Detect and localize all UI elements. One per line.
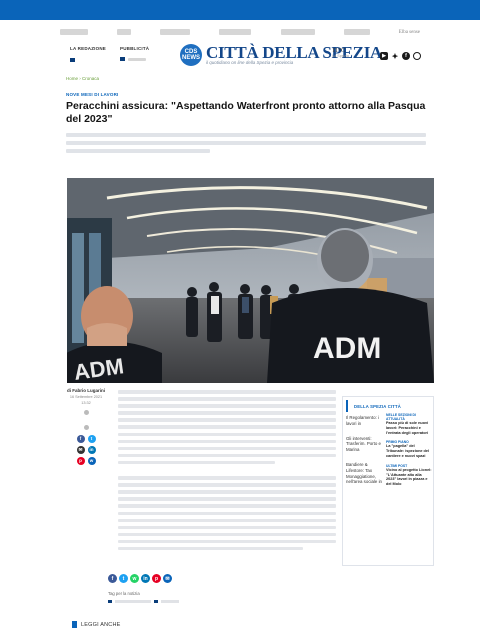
whatsapp-share-icon[interactable]: w [130,574,139,583]
top-bar [0,0,480,20]
youtube-icon[interactable]: ▶ [380,52,388,60]
tags-label: Tag per la notizia [108,591,140,596]
sponsor-logo[interactable] [160,29,191,35]
tag-link[interactable] [115,600,151,603]
tag-icon [154,600,158,603]
weather-widget[interactable]: 11°C La Spezia [332,47,349,58]
facebook-share-icon[interactable]: f [76,434,85,443]
site-logo-mark[interactable]: CDS NEWS [180,44,202,66]
pubblicita-label: PUBBLICITÀ [120,46,150,51]
weather-city: La Spezia [332,54,349,58]
photo-illustration: ADM ADM [67,178,434,383]
article-body [118,390,336,554]
article-summary [66,133,426,157]
sponsor-logo[interactable] [219,29,252,35]
twitter-icon[interactable]: ✦ [391,52,399,61]
author-name[interactable]: di Fabrio Lugarini [66,388,106,394]
read-also-section: LEGGI ANCHE [72,621,121,628]
sponsor-logo[interactable] [117,29,132,35]
news-title: La "pagella" del Tribunale: ispezione de… [386,444,430,458]
article-kicker: NOVE MESI DI LAVORI [66,92,119,97]
sidebox-news-item[interactable]: PRIMO PIANO La "pagella" del Tribunale: … [386,440,432,458]
instagram-icon[interactable] [413,52,421,60]
sponsor-logo[interactable] [60,29,88,35]
sidebox-left-item[interactable]: Il Regolamento: i lavori in [346,415,382,427]
breadcrumb[interactable]: Home › Cronaca [66,76,99,81]
masthead: LA REDAZIONE PUBBLICITÀ CDS NEWS CITTÀ D… [60,43,440,70]
article-title: Peracchini assicura: "Aspettando Waterfr… [66,100,426,125]
twitter-share-icon[interactable]: t [119,574,128,583]
pinterest-share-icon[interactable]: p [152,574,161,583]
read-also-heading: LEGGI ANCHE [81,621,121,628]
site-subtitle: il quotidiano on line della Spezia e pro… [206,60,294,65]
redazione-link[interactable]: LA REDAZIONE [70,46,106,62]
redazione-label: LA REDAZIONE [70,46,106,51]
sidebox-left-list: Il Regolamento: i lavori in Gli interven… [346,415,382,494]
photo-text: ADM [313,332,381,365]
comment-count[interactable] [66,416,106,421]
news-title: Vicino al progetto Lionel: "L'Attuante a… [386,467,432,487]
pubblicita-link[interactable]: PUBBLICITÀ [120,46,149,61]
sidebox-news-item[interactable]: NELLE SEZIONI DI ATTUALITÀ Passo più di … [386,413,432,435]
tags-row [108,600,179,603]
sponsor-logo[interactable] [280,29,315,35]
linkedin-share-icon[interactable]: in [87,445,96,454]
linkedin-share-icon[interactable]: in [141,574,150,583]
sidebox-left-item[interactable]: Gli interventi: Trasferim. Porto e Marin… [346,436,382,453]
sponsor-logo-text[interactable]: Elba sense [399,30,420,35]
comment-icon [83,410,89,415]
redazione-sub [78,57,79,62]
twitter-share-icon[interactable]: t [87,434,96,443]
sponsor-logo[interactable] [343,29,370,35]
share-buttons-side: f t ✉ in p w [66,434,106,465]
related-sidebox: DELLA SPEZIA CITTÀ Il Regolamento: i lav… [342,396,434,566]
news-title: Passo più di sole nuovi lavori: Peracchi… [386,421,429,435]
email-share-icon[interactable]: ✉ [76,445,85,454]
print-icon[interactable] [83,424,89,430]
mail-icon [70,57,75,62]
mail-icon [120,57,125,61]
weather-temp: 11°C [332,47,346,54]
facebook-icon[interactable]: f [402,52,410,60]
tag-icon [108,600,112,603]
article-date: 16 Settembre 2021 [69,395,103,399]
share-buttons-bottom: f t w in p ✉ [108,574,172,583]
sidebox-right-list: NELLE SEZIONI DI ATTUALITÀ Passo più di … [386,413,432,492]
whatsapp-share-icon[interactable]: w [87,456,96,465]
news-category: NELLE SEZIONI DI ATTUALITÀ [386,413,416,421]
sidebox-heading: DELLA SPEZIA CITTÀ [346,400,433,412]
facebook-share-icon[interactable]: f [108,574,117,583]
pubblicita-sub [128,57,146,61]
sidebox-news-item[interactable]: ULTIMI POST Vicino al progetto Lionel: "… [386,464,432,487]
sidebox-left-item[interactable]: Bandiere & Lifestore: Tax Monaggiatione,… [346,462,382,485]
section-marker [72,621,77,628]
article-photo: ADM ADM [67,178,434,383]
tag-link[interactable] [161,600,179,603]
article-byline: di Fabrio Lugarini 16 Settembre 2021 13:… [66,388,106,465]
email-share-icon[interactable]: ✉ [163,574,172,583]
pinterest-share-icon[interactable]: p [76,456,85,465]
article-time: 13:32 [81,401,91,405]
sponsor-strip: Elba sense [60,27,420,37]
social-links: ▶ ✦ f [380,52,421,61]
